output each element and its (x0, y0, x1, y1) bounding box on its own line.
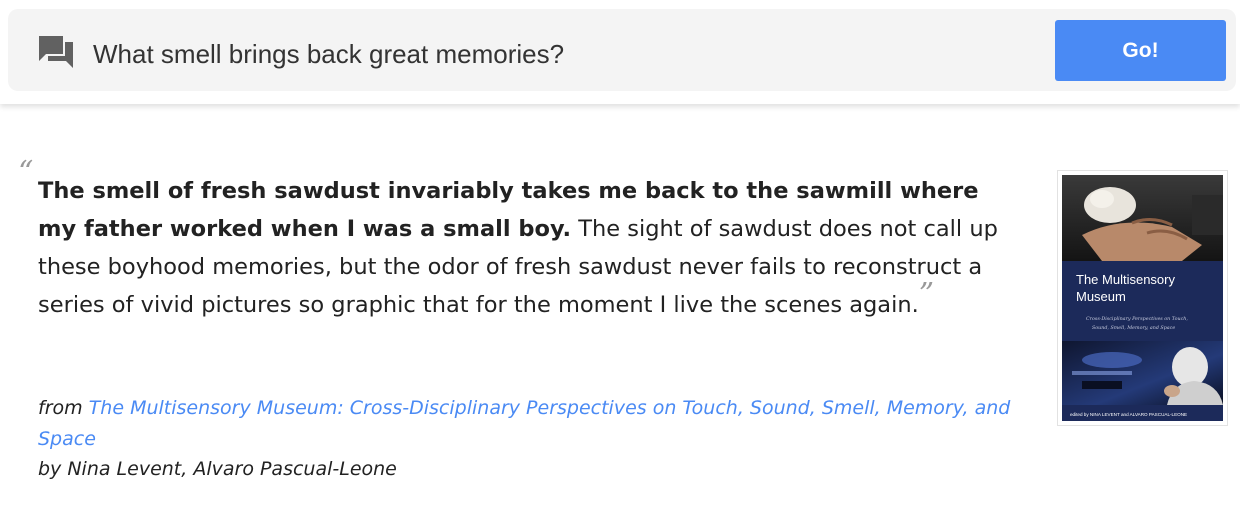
question-text: What smell brings back great memories? (93, 39, 565, 69)
attribution: from The Multisensory Museum: Cross-Disc… (38, 393, 1028, 485)
chat-bubbles-icon (38, 34, 74, 70)
cover-subtitle-line2: Sound, Smell, Memory, and Space (1092, 325, 1175, 331)
cover-subtitle-line1: Cross-Disciplinary Perspectives on Touch… (1086, 316, 1188, 322)
open-quote-mark: “ (18, 155, 34, 190)
book-cover-image: The Multisensory Museum Cross-Disciplina… (1062, 175, 1223, 421)
from-label: from (38, 397, 89, 419)
authors-line: by Nina Levent, Alvaro Pascual-Leone (38, 458, 397, 480)
cover-editors: edited by NINA LEVENT and ALVARO PASCUAL… (1070, 412, 1187, 417)
go-button[interactable]: Go! (1055, 20, 1226, 81)
book-title-link[interactable]: The Multisensory Museum: Cross-Disciplin… (38, 397, 1010, 450)
close-quote-mark: ” (918, 277, 935, 312)
cover-title-line1: The Multisensory (1076, 272, 1175, 287)
cover-title-line2: Museum (1076, 289, 1126, 304)
search-header: What smell brings back great memories? G… (0, 0, 1240, 104)
book-cover-thumbnail[interactable]: The Multisensory Museum Cross-Disciplina… (1057, 170, 1228, 426)
search-bar: What smell brings back great memories? G… (8, 9, 1236, 91)
quote-text: The smell of fresh sawdust invariably ta… (38, 172, 1013, 324)
